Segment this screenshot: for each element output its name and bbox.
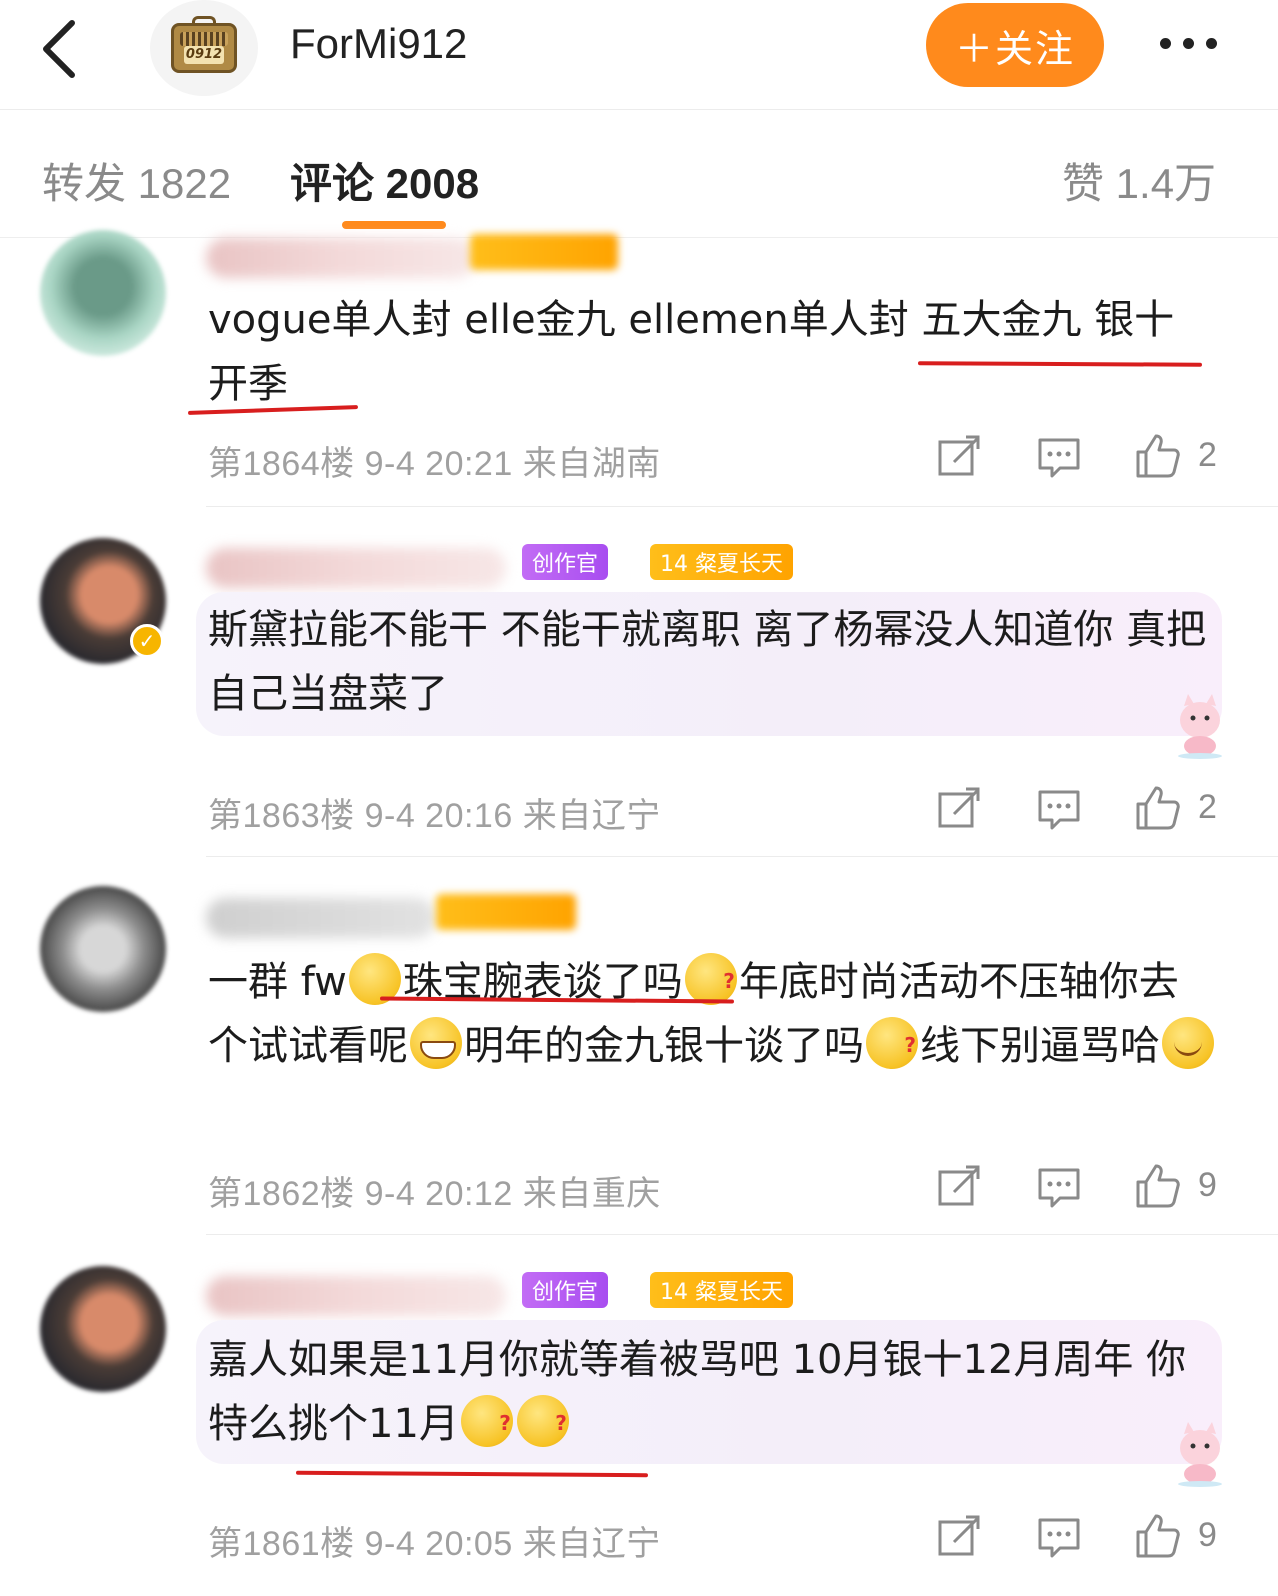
back-button[interactable] [28, 14, 88, 84]
avatar[interactable] [40, 230, 166, 356]
share-icon[interactable] [934, 432, 984, 482]
radio-icon: 0912 [171, 16, 237, 73]
active-tab-indicator [342, 221, 446, 229]
more-options-icon[interactable] [1148, 18, 1228, 68]
verified-icon: ✓ [130, 624, 164, 658]
channel-name[interactable]: ForMi912 [290, 20, 467, 68]
username[interactable] [206, 238, 476, 278]
level-badge: 14 粲夏长天 [650, 544, 793, 580]
question-emoji-icon [866, 1013, 918, 1077]
question-emoji-icon [516, 1391, 569, 1455]
divider [206, 1234, 1278, 1235]
question-emoji-icon [684, 949, 737, 1013]
username[interactable] [206, 548, 506, 588]
user-badge [436, 894, 576, 930]
share-icon[interactable] [934, 784, 984, 834]
cat-sticker-icon [1178, 694, 1222, 759]
channel-avatar[interactable]: 0912 [150, 0, 258, 96]
avatar[interactable] [40, 1266, 166, 1392]
tab-bar: 转发 1822 评论 2008 赞 1.4万 [0, 110, 1278, 238]
comment-meta: 第1862楼 9-4 20:12 来自重庆 [208, 1175, 661, 1213]
creator-badge: 创作官 [522, 544, 609, 580]
share-icon[interactable] [934, 1512, 984, 1562]
question-emoji-icon [460, 1391, 513, 1455]
reply-icon[interactable] [1034, 784, 1084, 834]
follow-button[interactable]: ＋关注 [926, 3, 1104, 87]
comment-meta: 第1861楼 9-4 20:05 来自辽宁 [208, 1525, 661, 1563]
like-count: 2 [1198, 788, 1217, 826]
comment-item: 创作官 14 粲夏长天 嘉人如果是11月你就等着被骂吧 10月银十12月周年 你… [0, 1236, 1278, 1596]
reply-icon[interactable] [1034, 1162, 1084, 1212]
tab-repost[interactable]: 转发 1822 [42, 150, 231, 211]
comment-text: 斯黛拉能不能干 不能干就离职 离了杨幂没人知道你 真把自己当盘菜了 [208, 607, 1207, 717]
comment-meta: 第1864楼 9-4 20:21 来自湖南 [208, 445, 661, 483]
divider [206, 506, 1278, 507]
like-count: 9 [1198, 1516, 1217, 1554]
top-bar: 0912 ForMi912 ＋关注 [0, 0, 1278, 110]
tab-likes[interactable]: 赞 1.4万 [1062, 150, 1216, 211]
cat-sticker-icon [1178, 1422, 1222, 1487]
avatar-plate-text: 0912 [184, 46, 224, 64]
grin-emoji-icon [410, 1017, 462, 1069]
like-icon[interactable] [1132, 1160, 1182, 1210]
level-badge: 14 粲夏长天 [650, 1272, 793, 1308]
creator-badge: 创作官 [522, 1272, 609, 1308]
tab-comments[interactable]: 评论 2008 [290, 150, 479, 211]
avatar[interactable] [40, 886, 166, 1012]
username[interactable] [206, 1276, 506, 1316]
comment-text: 一群 fw珠宝腕表谈了吗年底时尚活动不压轴你去个试试看呢明年的金九银十谈了吗线下… [208, 949, 1218, 1078]
username[interactable] [206, 898, 436, 938]
like-icon[interactable] [1132, 782, 1182, 832]
chevron-left-icon [43, 20, 75, 78]
red-underline [295, 1470, 649, 1478]
comment-item: ✓ 创作官 14 粲夏长天 斯黛拉能不能干 不能干就离职 离了杨幂没人知道你 真… [0, 508, 1278, 858]
reply-icon[interactable] [1034, 1512, 1084, 1562]
smile-emoji-icon [1162, 1017, 1214, 1069]
like-count: 2 [1198, 436, 1217, 474]
comment-item: 一群 fw珠宝腕表谈了吗年底时尚活动不压轴你去个试试看呢明年的金九银十谈了吗线下… [0, 858, 1278, 1236]
comment-text: vogue单人封 elle金九 ellemen单人封 五大金九 银十 开季 [208, 297, 1175, 407]
reply-icon[interactable] [1034, 432, 1084, 482]
comment-item: vogue单人封 elle金九 ellemen单人封 五大金九 银十 开季 第1… [0, 230, 1278, 508]
user-badge [470, 234, 618, 270]
like-icon[interactable] [1132, 430, 1182, 480]
comment-meta: 第1863楼 9-4 20:16 来自辽宁 [208, 797, 661, 835]
comment-text: 嘉人如果是11月你就等着被骂吧 10月银十12月周年 你特么挑个11月 [208, 1328, 1218, 1456]
like-count: 9 [1198, 1166, 1217, 1204]
divider [206, 856, 1278, 857]
share-icon[interactable] [934, 1162, 984, 1212]
like-icon[interactable] [1132, 1510, 1182, 1560]
